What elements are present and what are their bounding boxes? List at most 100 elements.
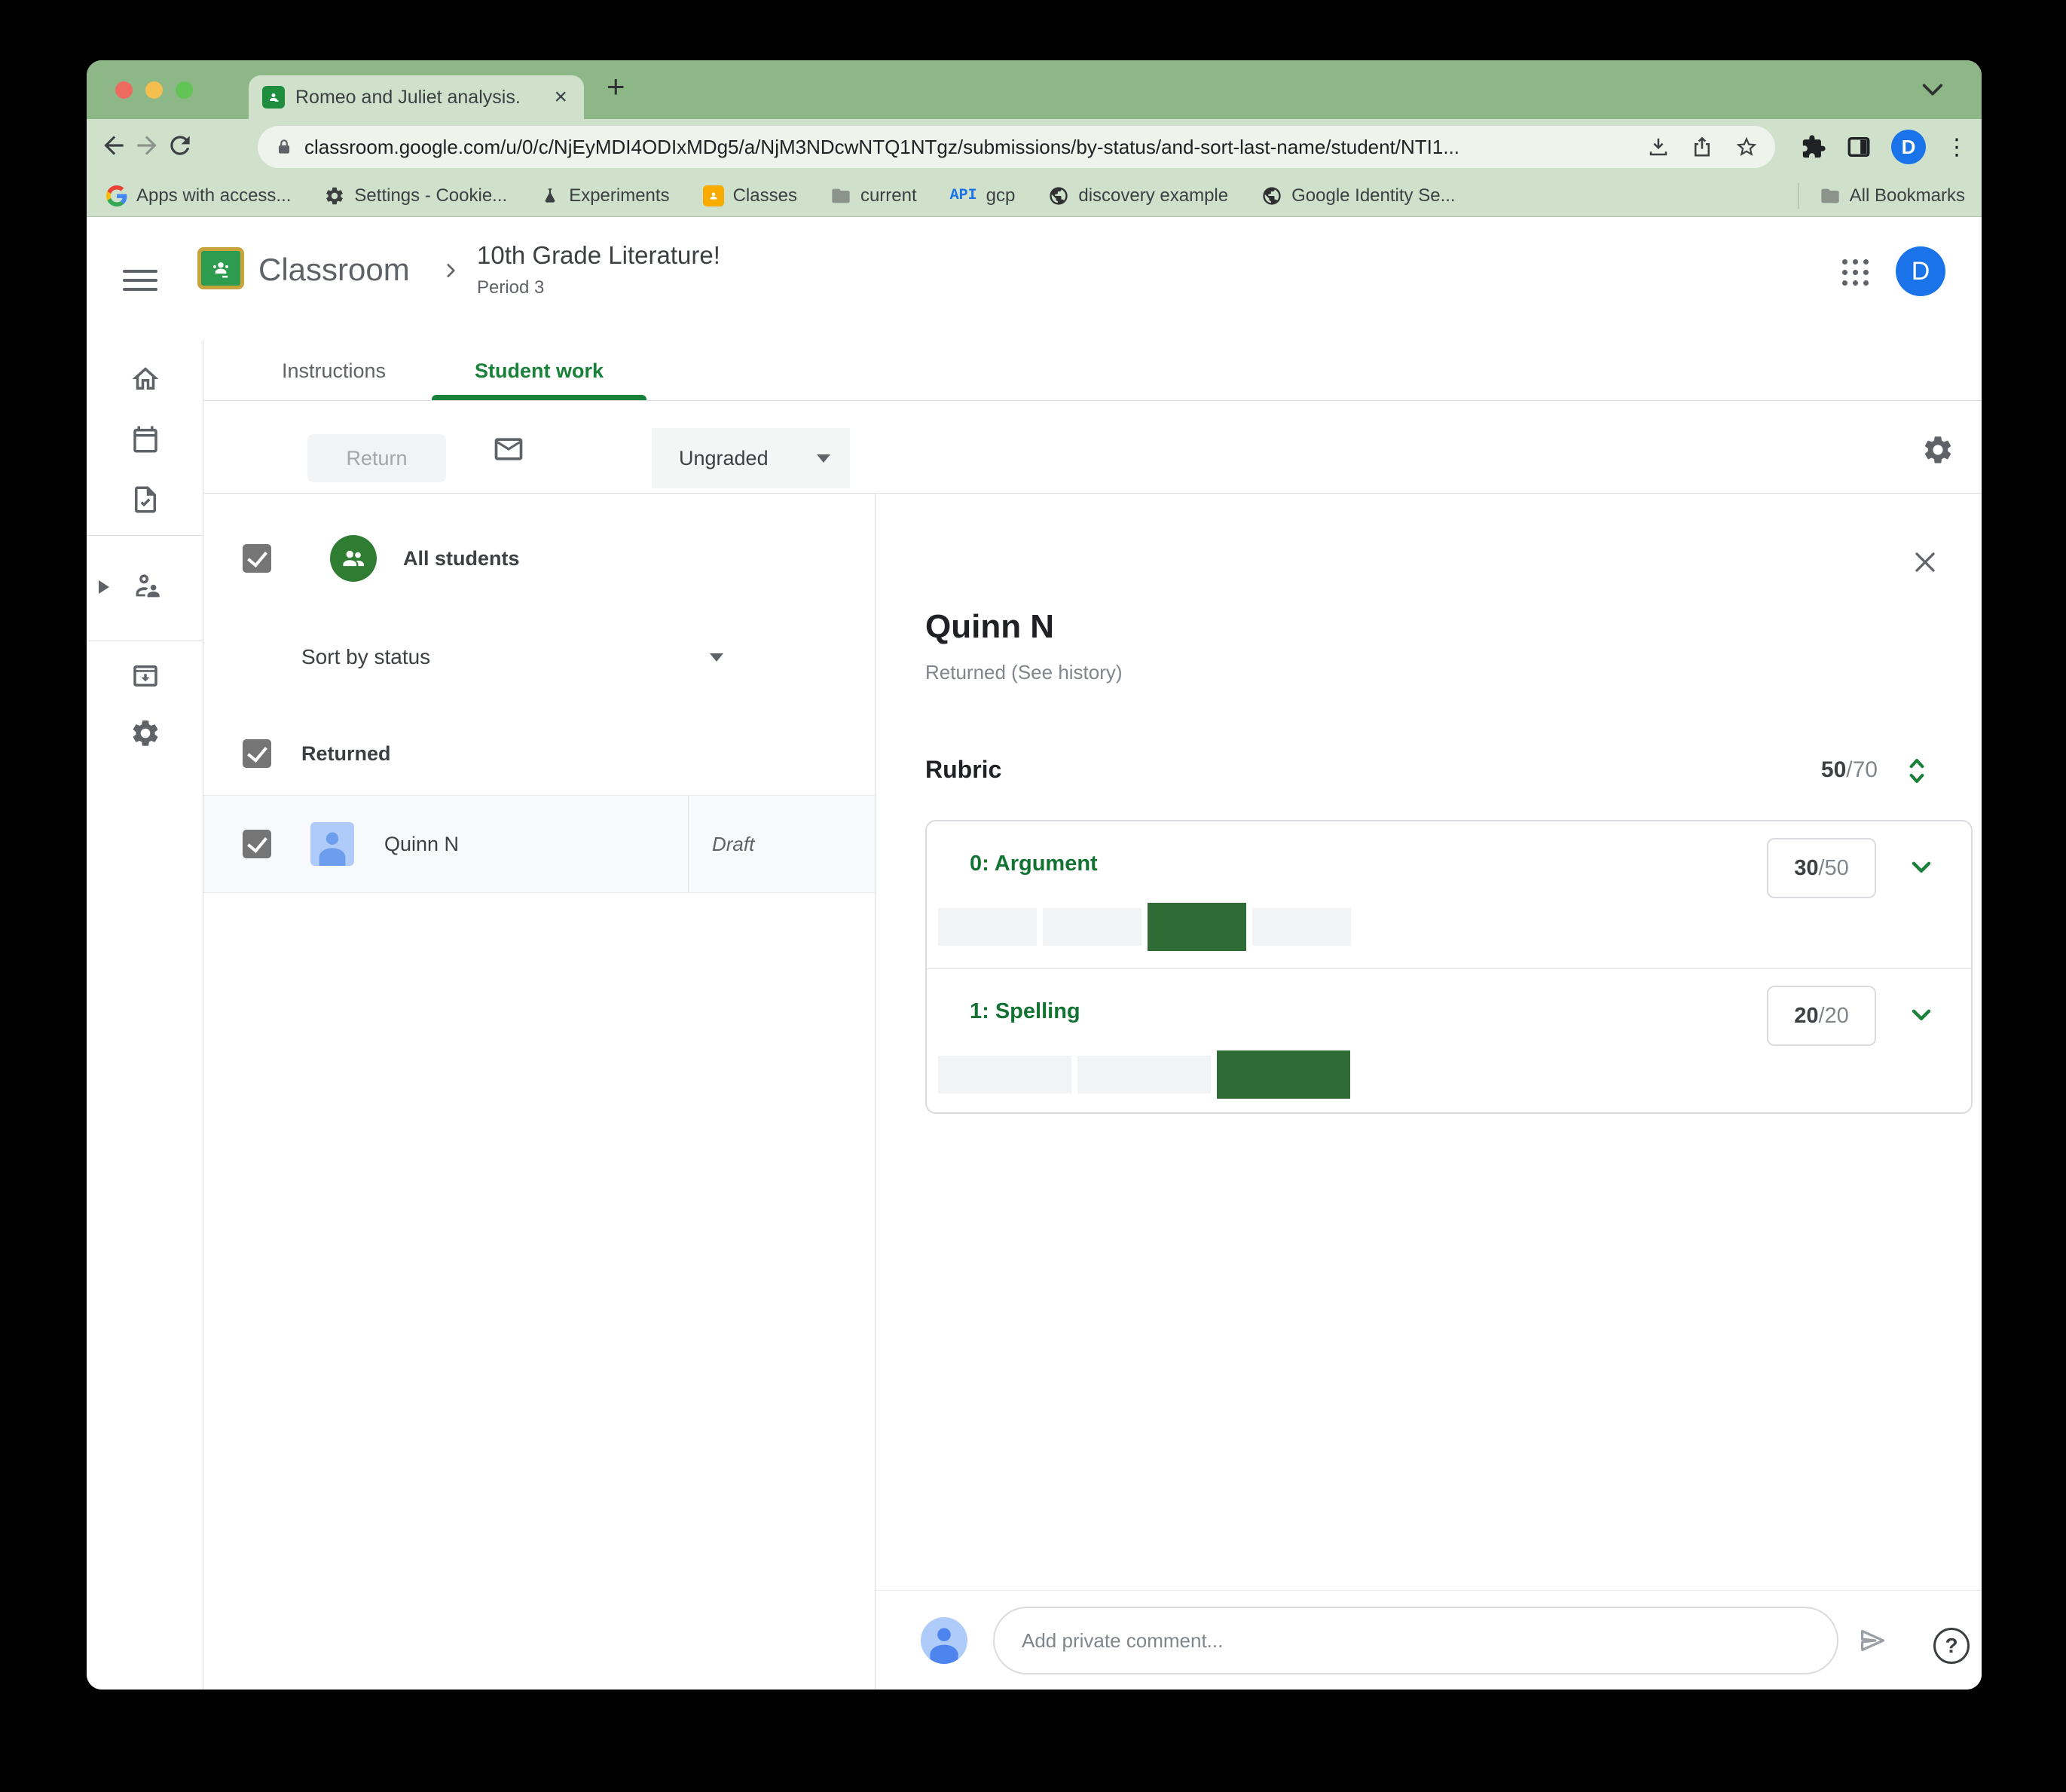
navigation-rail bbox=[87, 341, 203, 1690]
bookmarks-bar: Apps with access... Settings - Cookie...… bbox=[87, 175, 1982, 217]
level-segment[interactable] bbox=[1043, 908, 1141, 946]
close-window-button[interactable] bbox=[115, 81, 133, 99]
all-students-row[interactable]: All students bbox=[203, 535, 875, 582]
returned-group-checkbox[interactable] bbox=[243, 739, 271, 768]
private-comment-input[interactable] bbox=[993, 1607, 1838, 1674]
extensions-icon[interactable] bbox=[1801, 134, 1826, 160]
browser-window: Romeo and Juliet analysis. × + classroom… bbox=[87, 60, 1982, 1690]
window-controls bbox=[115, 81, 193, 99]
app-header: Classroom 10th Grade Literature! Period … bbox=[87, 217, 1982, 341]
install-icon[interactable] bbox=[1647, 136, 1670, 158]
desktop-background: Romeo and Juliet analysis. × + classroom… bbox=[0, 0, 2066, 1792]
column-divider bbox=[688, 796, 689, 892]
folder-icon bbox=[1820, 188, 1839, 203]
breadcrumb[interactable]: 10th Grade Literature! Period 3 bbox=[477, 241, 720, 298]
side-panel-icon[interactable] bbox=[1846, 134, 1872, 160]
globe-icon bbox=[1050, 186, 1068, 205]
grading-settings-icon[interactable] bbox=[1921, 433, 1954, 470]
level-segment[interactable] bbox=[938, 1056, 1071, 1093]
criterion-level-segments[interactable] bbox=[938, 903, 1351, 951]
account-avatar[interactable]: D bbox=[1896, 246, 1945, 296]
expand-arrow-icon[interactable] bbox=[99, 580, 109, 594]
student-row[interactable]: Quinn N Draft bbox=[203, 795, 875, 893]
all-bookmarks-button[interactable]: All Bookmarks bbox=[1820, 185, 1965, 206]
level-segment[interactable] bbox=[1077, 1056, 1211, 1093]
rubric-criterion[interactable]: 0: Argument 30/50 bbox=[927, 821, 1971, 968]
course-period: Period 3 bbox=[477, 277, 545, 298]
classroom-logo-icon[interactable] bbox=[197, 247, 244, 289]
points-dropdown[interactable]: Ungraded bbox=[652, 428, 850, 488]
bookmark-item[interactable]: current bbox=[830, 185, 917, 206]
bookmark-star-icon[interactable] bbox=[1734, 135, 1759, 159]
bookmark-item[interactable]: Settings - Cookie... bbox=[324, 185, 507, 206]
app-name[interactable]: Classroom bbox=[258, 252, 410, 288]
home-icon[interactable] bbox=[130, 363, 161, 395]
detail-status-line[interactable]: Returned (See history) bbox=[925, 661, 1123, 684]
zoom-window-button[interactable] bbox=[176, 81, 193, 99]
lock-icon bbox=[278, 139, 290, 154]
student-work-status: Draft bbox=[712, 832, 755, 855]
bookmark-item[interactable]: API gcp bbox=[950, 185, 1016, 206]
address-bar[interactable]: classroom.google.com/u/0/c/NjEyMDI4ODIxM… bbox=[258, 126, 1775, 168]
help-icon[interactable]: ? bbox=[1933, 1628, 1970, 1664]
student-checkbox[interactable] bbox=[243, 830, 271, 858]
tab-close-icon[interactable]: × bbox=[551, 86, 570, 109]
close-icon[interactable] bbox=[1911, 548, 1939, 580]
tab-search-chevron-icon[interactable] bbox=[1920, 80, 1945, 103]
chevron-down-icon[interactable] bbox=[1906, 852, 1936, 885]
globe-icon bbox=[1263, 186, 1281, 205]
teacher-avatar bbox=[921, 1617, 967, 1664]
chevron-down-icon[interactable] bbox=[1906, 999, 1936, 1033]
rubric-criterion[interactable]: 1: Spelling 20/20 bbox=[927, 969, 1971, 1116]
selected-level-segment[interactable] bbox=[1217, 1050, 1350, 1099]
bookmark-item[interactable]: Google Identity Se... bbox=[1261, 185, 1456, 206]
private-comment-row: ? bbox=[876, 1607, 1982, 1674]
criterion-score-box[interactable]: 20/20 bbox=[1767, 986, 1876, 1046]
returned-group-row[interactable]: Returned bbox=[203, 732, 875, 775]
bookmark-item[interactable]: Apps with access... bbox=[106, 185, 291, 206]
classroom-icon bbox=[702, 185, 724, 206]
criterion-title: 1: Spelling bbox=[970, 999, 1080, 1023]
bookmark-item[interactable]: discovery example bbox=[1048, 185, 1228, 206]
browser-profile-avatar[interactable]: D bbox=[1891, 130, 1926, 164]
return-button[interactable]: Return bbox=[307, 434, 446, 482]
main-menu-icon[interactable] bbox=[123, 264, 157, 297]
rubric-header: Rubric 50/70 bbox=[925, 750, 1936, 792]
assignment-tabs: Instructions Student work bbox=[203, 341, 1982, 401]
bookmark-item[interactable]: Classes bbox=[702, 185, 797, 206]
minimize-window-button[interactable] bbox=[145, 81, 163, 99]
reload-button[interactable] bbox=[164, 131, 197, 164]
active-tab-indicator bbox=[432, 395, 646, 400]
points-dropdown-value: Ungraded bbox=[679, 446, 769, 469]
share-icon[interactable] bbox=[1691, 136, 1713, 158]
chrome-menu-icon[interactable]: ⋮ bbox=[1945, 134, 1968, 161]
tab-student-work[interactable]: Student work bbox=[432, 341, 646, 401]
criterion-level-segments[interactable] bbox=[938, 1050, 1350, 1099]
browser-tab[interactable]: Romeo and Juliet analysis. × bbox=[249, 75, 584, 119]
student-name: Quinn N bbox=[384, 832, 460, 855]
email-icon[interactable] bbox=[492, 433, 525, 469]
back-button[interactable] bbox=[97, 131, 130, 164]
gear-icon bbox=[326, 187, 344, 204]
bookmark-item[interactable]: Experiments bbox=[540, 185, 670, 206]
selected-level-segment[interactable] bbox=[1148, 903, 1246, 951]
level-segment[interactable] bbox=[938, 908, 1037, 946]
rubric-expand-icon[interactable] bbox=[1903, 754, 1930, 791]
archive-icon[interactable] bbox=[130, 660, 161, 692]
level-segment[interactable] bbox=[1252, 908, 1351, 946]
criterion-score-box[interactable]: 30/50 bbox=[1767, 838, 1876, 898]
all-students-checkbox[interactable] bbox=[243, 544, 271, 573]
tab-instructions[interactable]: Instructions bbox=[262, 341, 405, 401]
new-tab-button[interactable]: + bbox=[607, 71, 625, 102]
todo-icon[interactable] bbox=[130, 484, 161, 515]
chevron-down-icon bbox=[710, 653, 723, 662]
sort-dropdown[interactable]: Sort by status bbox=[301, 637, 723, 677]
classroom-app: Classroom 10th Grade Literature! Period … bbox=[87, 217, 1982, 1690]
google-apps-icon[interactable] bbox=[1842, 259, 1869, 286]
settings-icon[interactable] bbox=[130, 717, 161, 749]
send-icon[interactable] bbox=[1855, 1623, 1890, 1662]
grading-toolbar: Return Ungraded bbox=[203, 401, 1982, 494]
forward-button[interactable] bbox=[130, 131, 164, 164]
teaching-icon[interactable] bbox=[130, 568, 164, 603]
calendar-icon[interactable] bbox=[130, 424, 161, 455]
